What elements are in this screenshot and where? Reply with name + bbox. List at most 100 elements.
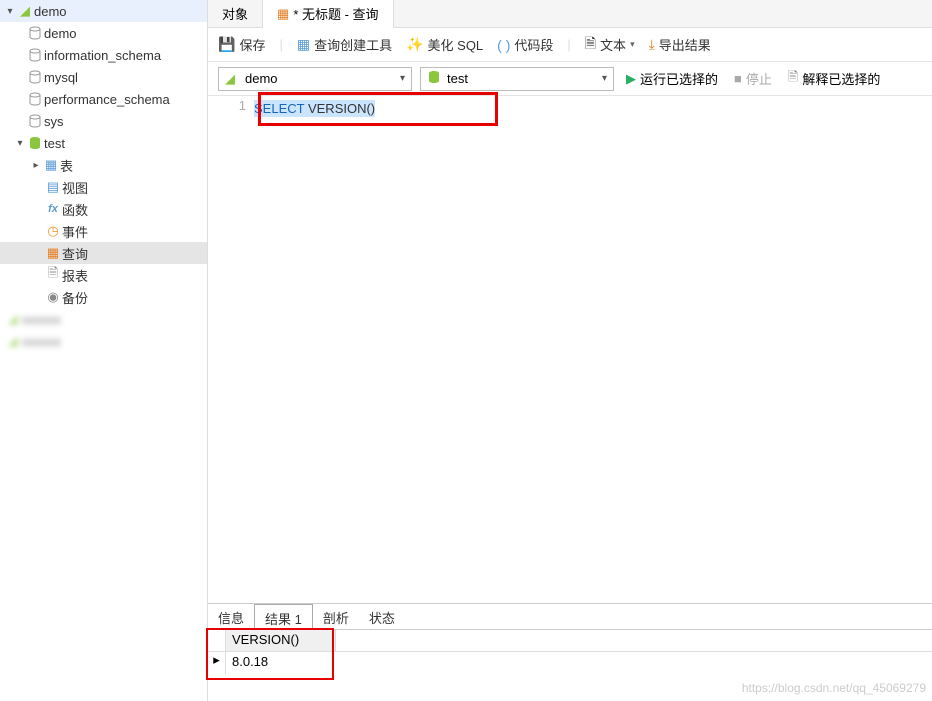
selector-row: ◢ demo ▾ test ▾ ▶ 运行已选择的 ■ 停止 🖹 解释已选择的	[208, 62, 932, 96]
tree-item-conn-demo[interactable]: ▾ ◢ demo	[0, 0, 207, 22]
chevron-down-icon[interactable]: ▾	[14, 138, 26, 149]
watermark: https://blog.csdn.net/qq_45069279	[742, 681, 926, 695]
tree-item-tables[interactable]: ▸ ▦ 表	[0, 154, 207, 176]
view-icon: ▤	[44, 179, 62, 195]
code-area[interactable]: SELECT VERSION()	[254, 96, 932, 603]
tool-label: 美化 SQL	[428, 35, 484, 54]
highlight-annotation	[206, 628, 334, 680]
tree-item-hidden[interactable]: ◢ xxxxxx	[0, 330, 207, 352]
tree-item-backup[interactable]: ◉ 备份	[0, 286, 207, 308]
connection-icon: ◢	[225, 71, 241, 87]
builder-icon: ▦	[297, 36, 310, 53]
tree-label: demo	[34, 4, 67, 19]
tool-label: 保存	[239, 35, 265, 54]
sidebar: ▾ ◢ demo demo information_schema mysql p…	[0, 0, 208, 701]
chevron-down-icon: ▾	[602, 73, 607, 84]
tree-label: demo	[44, 26, 77, 41]
combo-text: test	[447, 71, 602, 86]
table-icon: ▦	[42, 157, 60, 173]
tab-info[interactable]: 信息	[208, 604, 254, 629]
result-panel: 信息 结果 1 剖析 状态 VERSION() ▸ 8.0.18 https:/…	[208, 603, 932, 701]
tree-item-db-info-schema[interactable]: information_schema	[0, 44, 207, 66]
database-selector[interactable]: test ▾	[420, 67, 614, 91]
text-button[interactable]: 🗎 文本 ▾	[585, 33, 635, 57]
sparkle-icon: ✨	[406, 36, 423, 53]
highlight-annotation	[258, 92, 498, 126]
clock-icon: ◷	[44, 223, 62, 239]
document-icon: 🗎	[585, 33, 596, 57]
database-icon	[26, 48, 44, 62]
chevron-down-icon[interactable]: ▾	[4, 6, 16, 17]
tab-objects[interactable]: 对象	[208, 0, 263, 27]
database-icon	[26, 70, 44, 84]
run-selected-button[interactable]: ▶ 运行已选择的	[622, 69, 722, 88]
tree-item-db-sys[interactable]: sys	[0, 110, 207, 132]
main-area: 对象 ▦ * 无标题 - 查询 💾 保存 | ▦ 查询创建工具 ✨ 美化 SQL…	[208, 0, 932, 701]
beautify-sql-button[interactable]: ✨ 美化 SQL	[406, 35, 483, 54]
tree-label: 函数	[62, 200, 88, 219]
explain-icon: 🖹	[788, 68, 798, 90]
tree-label: test	[44, 136, 65, 151]
export-result-button[interactable]: ⤓ 导出结果	[649, 35, 711, 54]
tree-item-reports[interactable]: 🗎 报表	[0, 264, 207, 286]
tree-label: sys	[44, 114, 64, 129]
explain-selected-button[interactable]: 🖹 解释已选择的	[784, 68, 884, 90]
stop-button: ■ 停止	[730, 69, 776, 88]
code-snippet-button[interactable]: ( ) 代码段	[497, 35, 553, 54]
tree-item-db-perf-schema[interactable]: performance_schema	[0, 88, 207, 110]
database-active-icon	[26, 136, 44, 150]
stop-icon: ■	[734, 71, 742, 86]
function-icon: fx	[44, 203, 62, 215]
save-button[interactable]: 💾 保存	[218, 35, 265, 54]
document-tabs: 对象 ▦ * 无标题 - 查询	[208, 0, 932, 28]
tree-item-db-test[interactable]: ▾ test	[0, 132, 207, 154]
tab-result-1[interactable]: 结果 1	[254, 604, 313, 630]
tree-item-functions[interactable]: fx 函数	[0, 198, 207, 220]
tree-item-queries[interactable]: ▦ 查询	[0, 242, 207, 264]
sql-editor[interactable]: 1 SELECT VERSION()	[208, 96, 932, 603]
query-icon: ▦	[277, 6, 289, 22]
chevron-right-icon[interactable]: ▸	[30, 160, 42, 171]
line-gutter: 1	[208, 96, 254, 603]
tab-label: * 无标题 - 查询	[293, 4, 378, 23]
toolbar: 💾 保存 | ▦ 查询创建工具 ✨ 美化 SQL ( ) 代码段 | 🗎 文本 …	[208, 28, 932, 62]
tool-label: 文本	[600, 35, 626, 54]
result-grid[interactable]: VERSION() ▸ 8.0.18 https://blog.csdn.net…	[208, 630, 932, 701]
combo-text: demo	[245, 71, 400, 86]
database-icon	[26, 92, 44, 106]
tree-item-views[interactable]: ▤ 视图	[0, 176, 207, 198]
action-label: 解释已选择的	[802, 69, 880, 88]
tab-label: 对象	[222, 4, 248, 23]
tree-item-db-mysql[interactable]: mysql	[0, 66, 207, 88]
tree-label: 报表	[62, 266, 88, 285]
tree-label: mysql	[44, 70, 78, 85]
tree-item-db-demo[interactable]: demo	[0, 22, 207, 44]
brackets-icon: ( )	[497, 37, 510, 53]
tab-profile[interactable]: 剖析	[313, 604, 359, 629]
database-icon	[26, 114, 44, 128]
tree-item-hidden[interactable]: ◢ xxxxxx	[0, 308, 207, 330]
action-label: 停止	[746, 69, 772, 88]
tree-item-events[interactable]: ◷ 事件	[0, 220, 207, 242]
connection-icon: ◢	[16, 3, 34, 19]
query-builder-button[interactable]: ▦ 查询创建工具	[297, 35, 392, 54]
backup-icon: ◉	[44, 289, 62, 305]
database-icon	[427, 70, 443, 87]
connection-icon: ◢	[4, 333, 22, 349]
export-icon: ⤓	[649, 36, 655, 53]
tool-label: 查询创建工具	[314, 35, 392, 54]
tree-label: 表	[60, 156, 73, 175]
chevron-down-icon: ▾	[400, 73, 405, 84]
action-label: 运行已选择的	[640, 69, 718, 88]
tab-status[interactable]: 状态	[359, 604, 405, 629]
connection-icon: ◢	[4, 311, 22, 327]
line-number: 1	[208, 98, 246, 113]
tab-query-untitled[interactable]: ▦ * 无标题 - 查询	[263, 0, 394, 28]
tree-label: 备份	[62, 288, 88, 307]
tree-label: information_schema	[44, 48, 161, 63]
connection-selector[interactable]: ◢ demo ▾	[218, 67, 412, 91]
tree-label: 事件	[62, 222, 88, 241]
query-icon: ▦	[44, 245, 62, 261]
tree-label: 视图	[62, 178, 88, 197]
tree-label: 查询	[62, 244, 88, 263]
